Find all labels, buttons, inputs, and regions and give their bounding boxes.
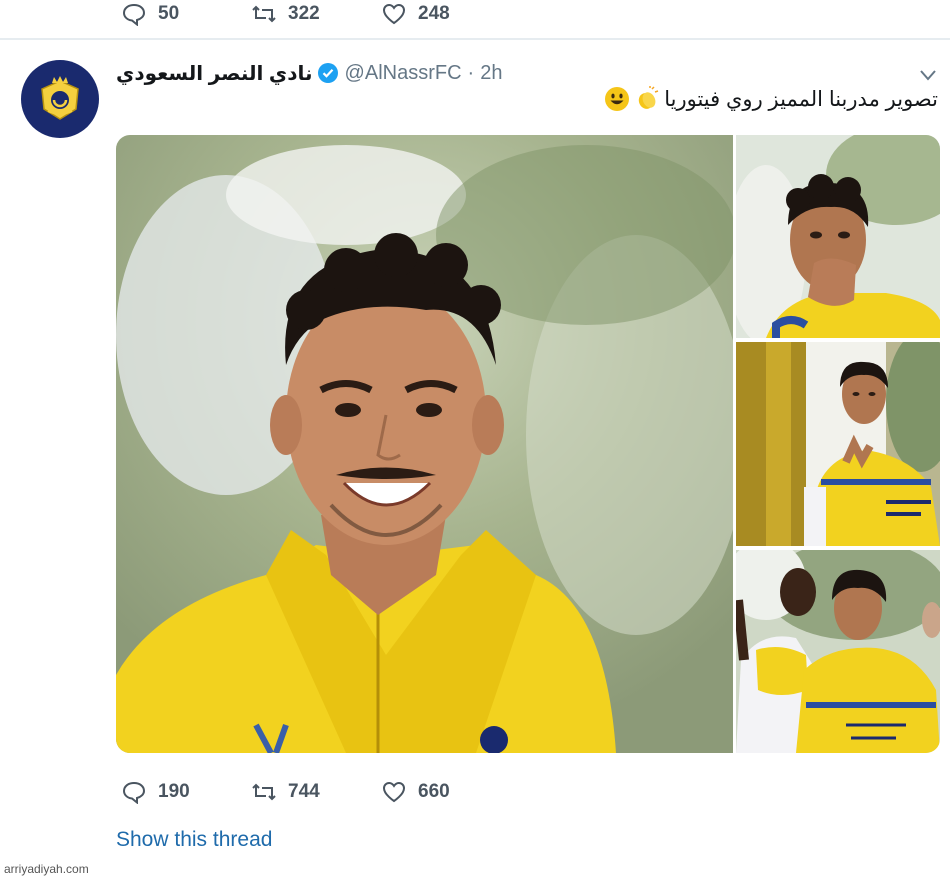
retweet-count: 322: [288, 3, 320, 24]
like-count: 660: [418, 781, 450, 802]
heart-icon: [380, 780, 408, 804]
smiling-face-emoji-icon: [605, 87, 630, 111]
retweet-icon: [250, 780, 278, 804]
like-button[interactable]: 248: [380, 2, 510, 26]
tweet-timestamp[interactable]: 2h: [480, 62, 502, 85]
retweet-button[interactable]: 322: [250, 2, 380, 26]
retweet-count: 744: [288, 781, 320, 802]
user-handle[interactable]: @AlNassrFC: [345, 62, 462, 85]
tweet-text-content: تصوير مدربنا المميز روي فيتوريا: [664, 87, 938, 111]
verified-badge-icon: [317, 63, 338, 83]
chevron-down-icon[interactable]: [918, 68, 938, 82]
separator-dot: ·: [467, 61, 475, 84]
tweet[interactable]: نادي النصر السعودي @AlNassrFC · 2h تصوير…: [0, 40, 950, 870]
like-count: 248: [418, 3, 450, 24]
photo-main[interactable]: [116, 135, 733, 753]
watermark: arriyadiyah.com: [4, 862, 89, 876]
heart-icon: [380, 2, 408, 26]
photo-bottom-right[interactable]: [736, 550, 940, 753]
media-grid: [116, 135, 940, 753]
photo-top-right[interactable]: [736, 135, 940, 338]
reply-count: 190: [158, 781, 190, 802]
photo-middle-right[interactable]: [736, 342, 940, 546]
show-thread-link[interactable]: Show this thread: [116, 828, 272, 852]
tweet-header: نادي النصر السعودي @AlNassrFC · 2h: [116, 58, 502, 88]
like-button[interactable]: 660: [380, 780, 510, 804]
reply-count: 50: [158, 3, 180, 24]
club-crest-icon: [30, 69, 90, 129]
retweet-button[interactable]: 744: [250, 780, 380, 804]
retweet-icon: [250, 2, 278, 26]
reply-icon: [120, 2, 148, 26]
previous-tweet-actions: 50 322 248: [120, 0, 510, 28]
clapping-hands-emoji-icon: [639, 86, 659, 109]
reply-icon: [120, 780, 148, 804]
tweet-actions: 190 744 660: [120, 772, 510, 812]
reply-button[interactable]: 50: [120, 2, 250, 26]
display-name[interactable]: نادي النصر السعودي: [116, 61, 313, 86]
reply-button[interactable]: 190: [120, 780, 250, 804]
tweet-text: تصوير مدربنا المميز روي فيتوريا: [604, 86, 938, 112]
avatar[interactable]: [21, 60, 99, 138]
